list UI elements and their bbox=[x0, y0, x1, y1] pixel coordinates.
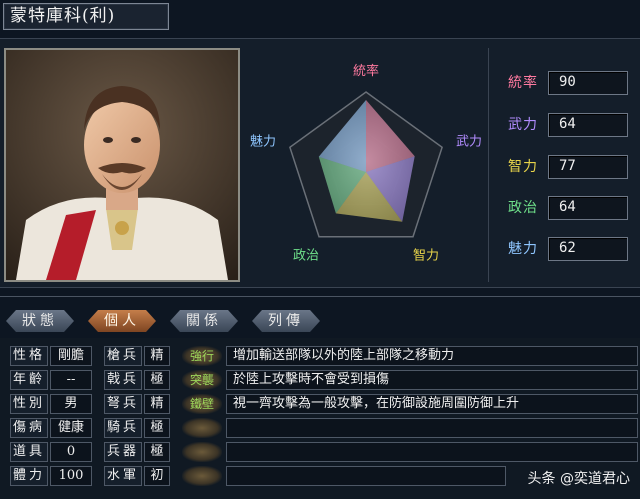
skill-description-empty bbox=[226, 442, 638, 462]
personal-value: 0 bbox=[50, 442, 92, 462]
radar-divider bbox=[488, 48, 489, 282]
skill-tag-empty bbox=[182, 442, 222, 462]
aptitude-value: 極 bbox=[144, 418, 170, 438]
stat-row-tong: 統率 90 bbox=[500, 71, 628, 95]
aptitude-value: 精 bbox=[144, 394, 170, 414]
aptitude-value: 極 bbox=[144, 370, 170, 390]
aptitude-value: 精 bbox=[144, 346, 170, 366]
aptitude-label: 兵器 bbox=[104, 442, 142, 462]
stat-value: 90 bbox=[548, 71, 628, 95]
stat-value: 64 bbox=[548, 196, 628, 220]
skill-description: 視一齊攻擊為一般攻擊，在防御設施周圍防御上升 bbox=[226, 394, 638, 414]
personal-value: -- bbox=[50, 370, 92, 390]
radar-label-zhi: 智力 bbox=[413, 249, 439, 264]
watermark: 头条 @奕道君心 bbox=[527, 471, 630, 487]
personal-label: 年齡 bbox=[10, 370, 48, 390]
skill-tag[interactable]: 突襲 bbox=[182, 370, 222, 390]
skill-tag-empty bbox=[182, 466, 222, 486]
skill-tag[interactable]: 鐵壁 bbox=[182, 394, 222, 414]
personal-value: 剛膽 bbox=[50, 346, 92, 366]
aptitude-label: 騎兵 bbox=[104, 418, 142, 438]
personal-value: 健康 bbox=[50, 418, 92, 438]
stat-value: 64 bbox=[548, 113, 628, 137]
tab-personal[interactable]: 個人 bbox=[88, 310, 156, 332]
aptitude-label: 戟兵 bbox=[104, 370, 142, 390]
radar-label-wu: 武力 bbox=[456, 135, 482, 150]
stat-label: 統率 bbox=[508, 75, 538, 91]
tab-relations[interactable]: 關係 bbox=[170, 310, 238, 332]
skill-tag-empty bbox=[182, 418, 222, 438]
skill-tag[interactable]: 強行 bbox=[182, 346, 222, 366]
skill-description-empty bbox=[226, 466, 506, 486]
radar-label-zheng: 政治 bbox=[293, 249, 319, 264]
stat-label: 魅力 bbox=[508, 241, 538, 257]
personal-label: 傷病 bbox=[10, 418, 48, 438]
stat-value: 77 bbox=[548, 155, 628, 179]
radar-label-mei: 魅力 bbox=[250, 135, 276, 150]
skill-description: 增加輸送部隊以外的陸上部隊之移動力 bbox=[226, 346, 638, 366]
radar-svg: 統率 武力 智力 政治 魅力 bbox=[250, 63, 482, 264]
skill-description: 於陸上攻擊時不會受到損傷 bbox=[226, 370, 638, 390]
personal-value: 男 bbox=[50, 394, 92, 414]
personal-label: 性格 bbox=[10, 346, 48, 366]
portrait bbox=[4, 48, 240, 282]
character-name-title: 蒙特庫科(利) bbox=[3, 3, 169, 30]
stat-label: 智力 bbox=[508, 159, 538, 175]
attribute-radar-chart: 統率 武力 智力 政治 魅力 bbox=[246, 48, 486, 282]
stat-label: 政治 bbox=[508, 200, 538, 216]
stat-row-zhi: 智力 77 bbox=[500, 155, 628, 179]
aptitude-value: 初 bbox=[144, 466, 170, 486]
aptitude-value: 極 bbox=[144, 442, 170, 462]
personal-value: 100 bbox=[50, 466, 92, 486]
tab-biography[interactable]: 列傳 bbox=[252, 310, 320, 332]
portrait-image bbox=[6, 50, 238, 280]
stat-value: 62 bbox=[548, 237, 628, 261]
stat-row-zheng: 政治 64 bbox=[500, 196, 628, 220]
stat-row-wu: 武力 64 bbox=[500, 113, 628, 137]
aptitude-label: 槍兵 bbox=[104, 346, 142, 366]
tab-strip bbox=[0, 296, 640, 302]
aptitude-label: 水軍 bbox=[104, 466, 142, 486]
radar-label-tong: 統率 bbox=[353, 63, 379, 79]
personal-label: 體力 bbox=[10, 466, 48, 486]
stat-row-mei: 魅力 62 bbox=[500, 237, 628, 261]
skill-description-empty bbox=[226, 418, 638, 438]
personal-label: 性別 bbox=[10, 394, 48, 414]
aptitude-label: 弩兵 bbox=[104, 394, 142, 414]
tab-status[interactable]: 狀態 bbox=[6, 310, 74, 332]
personal-label: 道具 bbox=[10, 442, 48, 462]
stat-label: 武力 bbox=[508, 117, 538, 133]
